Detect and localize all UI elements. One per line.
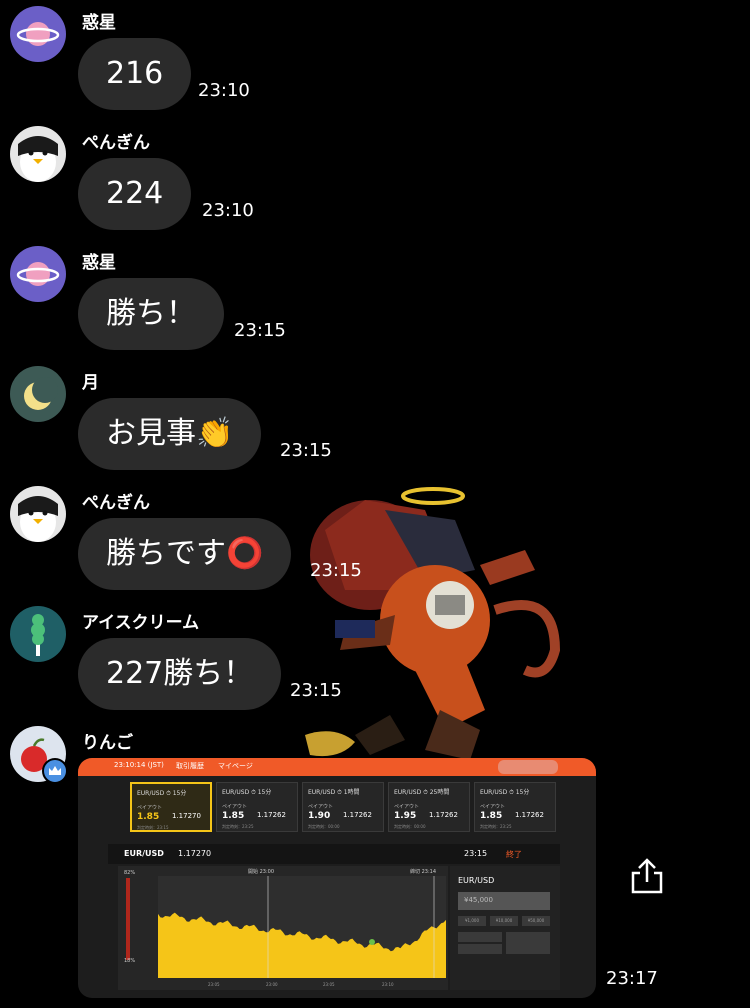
character-sticker-art <box>305 487 561 760</box>
quick-amount-button[interactable]: ¥50,000 <box>522 916 550 926</box>
ice-cream-icon <box>10 606 66 662</box>
sender-name: 惑星 <box>82 253 116 273</box>
pair-bar: EUR/USD 1.17270 23:15 終了 <box>108 844 560 864</box>
sender-name: ぺんぎん <box>82 133 150 153</box>
blurred-region <box>498 760 558 774</box>
clock-text: 23:10:14 (JST) <box>114 761 164 769</box>
sender-name: 惑星 <box>82 13 116 33</box>
sell-button[interactable] <box>458 944 502 954</box>
expiry-time: 23:15 <box>464 849 488 858</box>
message-bubble[interactable]: 216 <box>78 38 192 110</box>
ratio-bar <box>126 878 130 960</box>
chart-start-label: 開始 23:00 <box>248 869 274 875</box>
purchase-button[interactable] <box>506 932 550 954</box>
option-card[interactable]: EUR/USD ⏱ 1時間 ペイアウト 1.90 1.17262 判定時刻：00… <box>302 782 384 832</box>
message-bubble[interactable]: 勝ち！ <box>78 278 224 350</box>
x-tick: 23:05 <box>323 982 335 987</box>
quick-amount-button[interactable]: ¥10,000 <box>490 916 518 926</box>
sender-name: アイスクリーム <box>82 613 200 633</box>
message-time: 23:15 <box>280 440 332 461</box>
trading-topbar: 23:10:14 (JST) 取引履歴 マイページ <box>78 758 596 776</box>
price-chart: 開始 23:00 締切 23:14 82% 18% 23:05 23:00 23… <box>118 866 448 990</box>
x-tick: 23:00 <box>266 982 278 987</box>
avatar-planet[interactable] <box>10 6 66 62</box>
moon-icon <box>10 366 66 422</box>
avatar-penguin[interactable] <box>10 126 66 182</box>
crown-badge-icon <box>42 758 68 784</box>
avatar-ice-cream[interactable] <box>10 606 66 662</box>
entry-point-marker <box>369 939 375 945</box>
quick-amount-button[interactable]: ¥1,000 <box>458 916 486 926</box>
message-time: 23:15 <box>310 560 362 581</box>
sender-name: ぺんぎん <box>82 493 150 513</box>
message-time: 23:10 <box>202 200 254 221</box>
chart-end-label: 締切 23:14 <box>410 869 436 875</box>
option-card[interactable]: EUR/USD ⏱ 25時間 ペイアウト 1.95 1.17262 判定時刻：0… <box>388 782 470 832</box>
menu-mypage: マイページ <box>218 762 253 770</box>
pair-rate: 1.17270 <box>178 849 212 858</box>
avatar-moon[interactable] <box>10 366 66 422</box>
option-card[interactable]: EUR/USD ⏱ 15分 ペイアウト 1.85 1.17262 判定時刻：23… <box>474 782 556 832</box>
message-bubble[interactable]: 勝ちです⭕ <box>78 518 292 590</box>
sender-name: りんご <box>82 733 133 753</box>
planet-icon <box>10 246 66 302</box>
share-icon <box>631 858 663 894</box>
trade-panel: EUR/USD ¥45,000 ¥1,000 ¥10,000 ¥50,000 <box>450 866 560 990</box>
panel-title: EUR/USD <box>458 876 495 885</box>
message-bubble[interactable]: お見事👏 <box>78 398 262 470</box>
share-button[interactable] <box>626 856 668 898</box>
message-time: 23:17 <box>606 968 658 989</box>
x-tick: 23:05 <box>208 982 220 987</box>
penguin-icon <box>10 126 66 182</box>
price-area-chart <box>126 876 446 978</box>
x-tick: 23:10 <box>382 982 394 987</box>
buy-button[interactable] <box>458 932 502 942</box>
message-time: 23:15 <box>290 680 342 701</box>
option-card[interactable]: EUR/USD ⏱ 15分 ペイアウト 1.85 1.17262 判定時刻：23… <box>216 782 298 832</box>
pct-bottom: 18% <box>124 958 136 964</box>
option-card[interactable]: EUR/USD ⏱ 15分 ペイアウト 1.85 1.17270 判定時刻：23… <box>130 782 212 832</box>
status-text: 終了 <box>506 850 522 859</box>
pct-top: 82% <box>124 870 136 876</box>
image-message-trading-screenshot[interactable]: 23:10:14 (JST) 取引履歴 マイページ EUR/USD ⏱ 15分 … <box>78 758 596 998</box>
message-bubble[interactable]: 224 <box>78 158 192 230</box>
message-time: 23:15 <box>234 320 286 341</box>
sender-name: 月 <box>82 373 99 393</box>
planet-icon <box>10 6 66 62</box>
avatar-planet[interactable] <box>10 246 66 302</box>
penguin-icon <box>10 486 66 542</box>
avatar-penguin[interactable] <box>10 486 66 542</box>
menu-history: 取引履歴 <box>176 762 204 770</box>
message-time: 23:10 <box>198 80 250 101</box>
amount-input[interactable]: ¥45,000 <box>458 892 550 910</box>
pair-name: EUR/USD <box>124 849 164 858</box>
message-bubble[interactable]: 227勝ち！ <box>78 638 282 710</box>
